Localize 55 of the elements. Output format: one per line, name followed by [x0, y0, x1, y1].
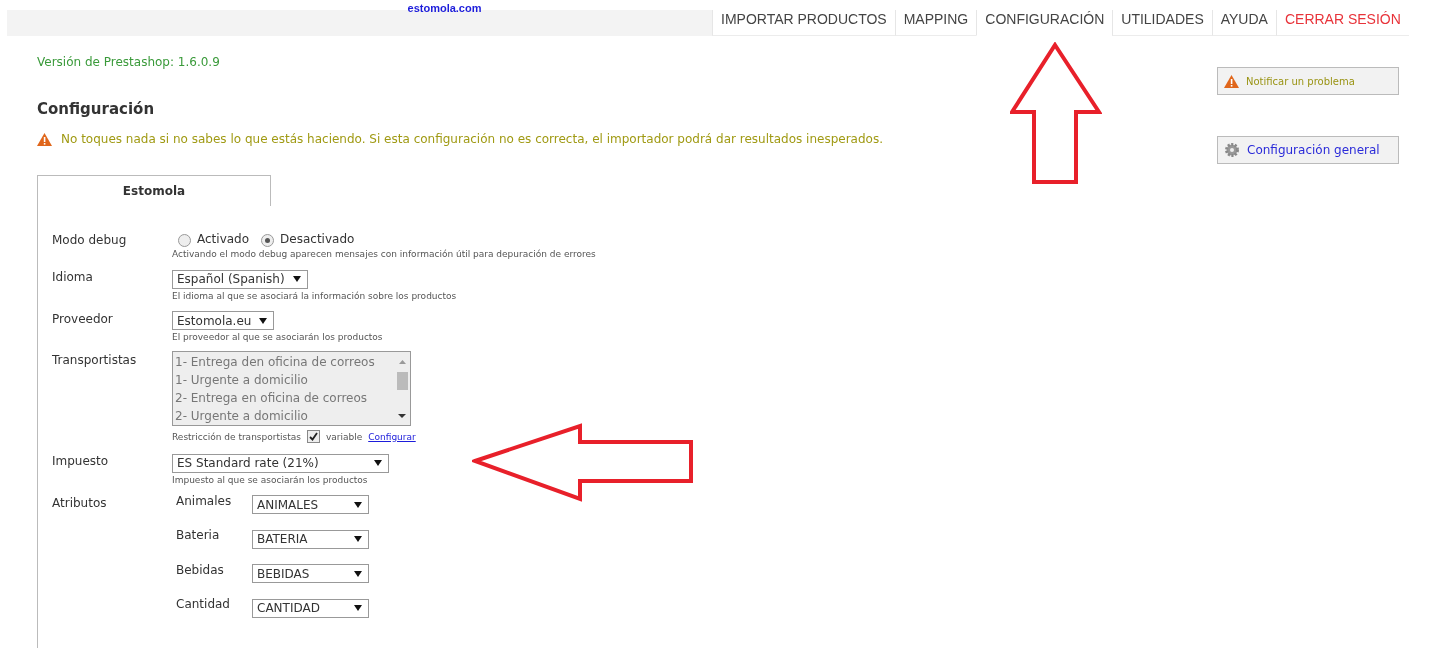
radio-label: Desactivado: [280, 232, 355, 246]
restriction-label: Restricción de transportistas: [172, 431, 301, 442]
dropdown[interactable]: Español (Spanish): [172, 269, 308, 289]
dropdown[interactable]: ES Standard rate (21%): [172, 453, 389, 473]
settings-button[interactable]: Configuración general: [1217, 136, 1399, 164]
configure-link[interactable]: Configurar: [368, 431, 416, 442]
help-text: Activando el modo debug aparecen mensajes con información útil para depuración de errores: [172, 249, 596, 259]
tab[interactable]: Estomola: [37, 175, 271, 206]
field-label: Proveedor: [52, 310, 114, 328]
warning-text: No toques nada si no sabes lo que estás haciendo. Si esta configuración no es correcta, el importador podrá dar resultados inesperados.: [61, 132, 883, 146]
attribute-label: Animales: [176, 493, 233, 510]
field-label: Modo debug: [52, 232, 128, 249]
caret-icon: [259, 317, 268, 324]
gear-icon: [1224, 142, 1240, 158]
warning-icon: [1224, 74, 1239, 88]
help-text: Impuesto al que se asociarán los productos: [172, 474, 369, 485]
checkbox[interactable]: [306, 430, 320, 443]
attribute-label: Bateria: [176, 528, 221, 544]
list-option[interactable]: 1- Entrega den oficina de correos: [175, 353, 392, 371]
field-label: Impuesto: [52, 453, 110, 470]
radio-label: Activado: [197, 232, 250, 246]
caret-icon: [354, 570, 362, 577]
nav-tab[interactable]: CERRAR SESIÓN: [1275, 10, 1409, 36]
dropdown[interactable]: BEBIDAS: [252, 564, 369, 583]
dropdown[interactable]: BATERIA: [252, 529, 369, 549]
nav-tab[interactable]: UTILIDADES: [1112, 10, 1212, 36]
caret-icon: [374, 460, 382, 466]
nav-tab[interactable]: AYUDA: [1211, 10, 1276, 36]
caret-icon: [292, 276, 301, 282]
dropdown[interactable]: Estomola.eu: [172, 311, 275, 330]
dropdown[interactable]: ANIMALES: [252, 495, 369, 514]
field-label: Transportistas: [52, 352, 138, 369]
field-label: Idioma: [52, 269, 94, 286]
help-text: El proveedor al que se asociarán los productos: [172, 332, 383, 342]
caret-icon: [354, 536, 362, 542]
list-box[interactable]: 1- Entrega den oficina de correos 1- Urgente a domicilio 2- Entrega en oficina de correos 2- Urgente a domicilio: [172, 351, 411, 426]
page-title: Configuración: [37, 100, 156, 118]
checkbox-label: variable: [325, 431, 363, 442]
nav-tab[interactable]: IMPORTAR PRODUCTOS: [712, 10, 895, 36]
attribute-label: Cantidad: [176, 597, 231, 613]
list-option[interactable]: 2- Entrega en oficina de correos: [175, 389, 392, 407]
help-text: El idioma al que se asociará la información sobre los productos: [172, 290, 457, 301]
caret-icon: [354, 605, 362, 611]
attribute-label: Bebidas: [176, 562, 225, 579]
list-option[interactable]: 2- Urgente a domicilio: [175, 407, 392, 425]
radio-button[interactable]: [178, 234, 191, 247]
warning-icon: [37, 132, 52, 146]
radio-button[interactable]: [261, 234, 275, 247]
field-label: Atributos: [52, 494, 108, 512]
caret-icon: [354, 501, 362, 508]
version-text: Versión de Prestashop: 1.6.0.9: [37, 55, 221, 69]
logo-text[interactable]: estomola.com: [407, 2, 482, 14]
nav-tab[interactable]: MAPPING: [894, 10, 977, 36]
list-option[interactable]: 1- Urgente a domicilio: [175, 371, 392, 389]
dropdown[interactable]: CANTIDAD: [252, 598, 369, 618]
